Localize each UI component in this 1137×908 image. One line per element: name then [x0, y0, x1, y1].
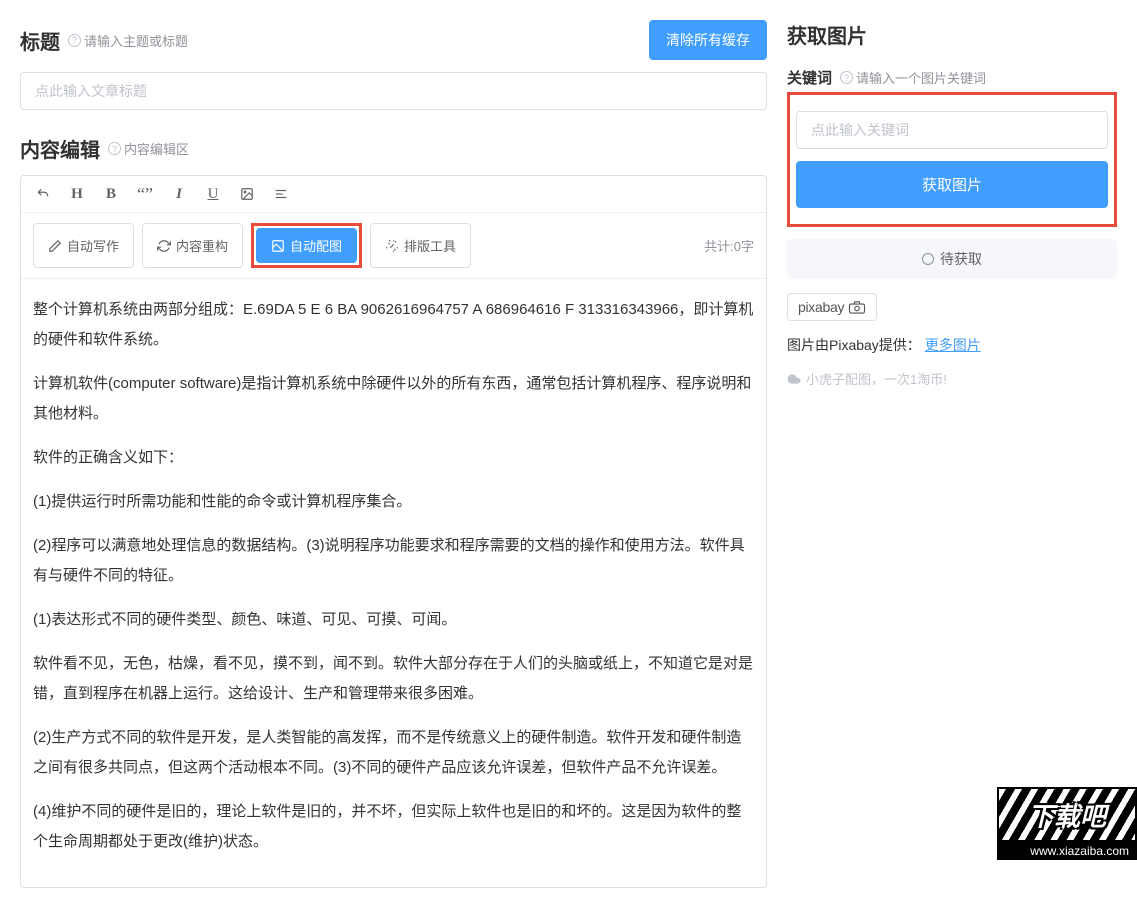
italic-icon[interactable]: I — [169, 184, 189, 204]
paragraph: 软件的正确含义如下： — [33, 443, 754, 473]
auto-image-button[interactable]: 自动配图 — [256, 228, 357, 263]
pending-status: 待获取 — [787, 239, 1117, 279]
title-hint: ? 请输入主题或标题 — [68, 31, 188, 50]
sidebar: 获取图片 关键词 ? 请输入一个图片关键词 获取图片 待获取 p — [787, 20, 1117, 888]
quote-icon[interactable]: “” — [135, 184, 155, 204]
format-toolbar: H B “” I U — [21, 176, 766, 213]
clear-cache-button[interactable]: 清除所有缓存 — [649, 20, 767, 60]
paragraph: (2)生产方式不同的软件是开发，是人类智能的高发挥，而不是传统意义上的硬件制造。… — [33, 723, 754, 783]
attribution: 图片由Pixabay提供： 更多图片 — [787, 335, 1117, 355]
paragraph: (2)程序可以满意地处理信息的数据结构。(3)说明程序功能要求和程序需要的文档的… — [33, 531, 754, 591]
layout-tool-button[interactable]: 排版工具 — [370, 223, 471, 268]
word-count: 共计:0字 — [704, 236, 754, 255]
bold-icon[interactable]: B — [101, 184, 121, 204]
underline-icon[interactable]: U — [203, 184, 223, 204]
more-images-link[interactable]: 更多图片 — [925, 337, 981, 353]
heading-icon[interactable]: H — [67, 184, 87, 204]
undo-icon[interactable] — [33, 184, 53, 204]
refresh-icon — [157, 239, 171, 253]
info-icon: ? — [108, 142, 121, 155]
info-icon: ? — [840, 71, 853, 84]
highlight-keyword-box: 获取图片 — [787, 92, 1117, 227]
title-label: 标题 — [20, 26, 60, 55]
editor-content[interactable]: 整个计算机系统由两部分组成：E.69DA 5 E 6 BA 9062616964… — [21, 279, 766, 887]
wand-icon — [385, 239, 399, 253]
align-icon[interactable] — [271, 184, 291, 204]
cloud-icon — [787, 372, 801, 386]
fetch-image-button[interactable]: 获取图片 — [796, 161, 1108, 208]
picture-icon — [271, 239, 285, 253]
keyword-input[interactable] — [796, 111, 1108, 149]
auto-write-button[interactable]: 自动写作 — [33, 223, 134, 268]
keyword-hint: ? 请输入一个图片关键词 — [840, 68, 986, 87]
editor-box: H B “” I U 自动写作 — [20, 175, 767, 888]
paragraph: (1)提供运行时所需功能和性能的命令或计算机程序集合。 — [33, 487, 754, 517]
paragraph: (4)维护不同的硬件是旧的，理论上软件是旧的，并不坏，但实际上软件也是旧的和坏的… — [33, 797, 754, 857]
paragraph: (1)表达形式不同的硬件类型、颜色、味道、可见、可摸、可闻。 — [33, 605, 754, 635]
pixabay-tag: pixabay — [787, 293, 877, 321]
title-input[interactable] — [20, 72, 767, 110]
info-icon: ? — [68, 34, 81, 47]
circle-icon — [922, 253, 934, 265]
paragraph: 软件看不见，无色，枯燥，看不见，摸不到，闻不到。软件大部分存在于人们的头脑或纸上… — [33, 649, 754, 709]
tip-row: 小虎子配图，一次1淘币! — [787, 369, 1117, 388]
main-column: 标题 ? 请输入主题或标题 清除所有缓存 内容编辑 ? 内容编辑区 — [20, 20, 767, 888]
image-icon[interactable] — [237, 184, 257, 204]
pencil-icon — [48, 239, 62, 253]
rebuild-button[interactable]: 内容重构 — [142, 223, 243, 268]
sidebar-title: 获取图片 — [787, 20, 1117, 49]
paragraph: 计算机软件(computer software)是指计算机系统中除硬件以外的所有… — [33, 369, 754, 429]
keyword-label: 关键词 — [787, 67, 832, 88]
watermark: 下载吧 www.xiazaiba.com — [997, 787, 1137, 860]
paragraph: 整个计算机系统由两部分组成：E.69DA 5 E 6 BA 9062616964… — [33, 295, 754, 355]
title-section-header: 标题 ? 请输入主题或标题 清除所有缓存 — [20, 20, 767, 60]
camera-icon — [848, 300, 866, 314]
content-label: 内容编辑 — [20, 134, 100, 163]
highlight-auto-image: 自动配图 — [251, 223, 362, 268]
content-hint: ? 内容编辑区 — [108, 139, 189, 158]
action-toolbar: 自动写作 内容重构 自动配图 — [21, 213, 766, 279]
